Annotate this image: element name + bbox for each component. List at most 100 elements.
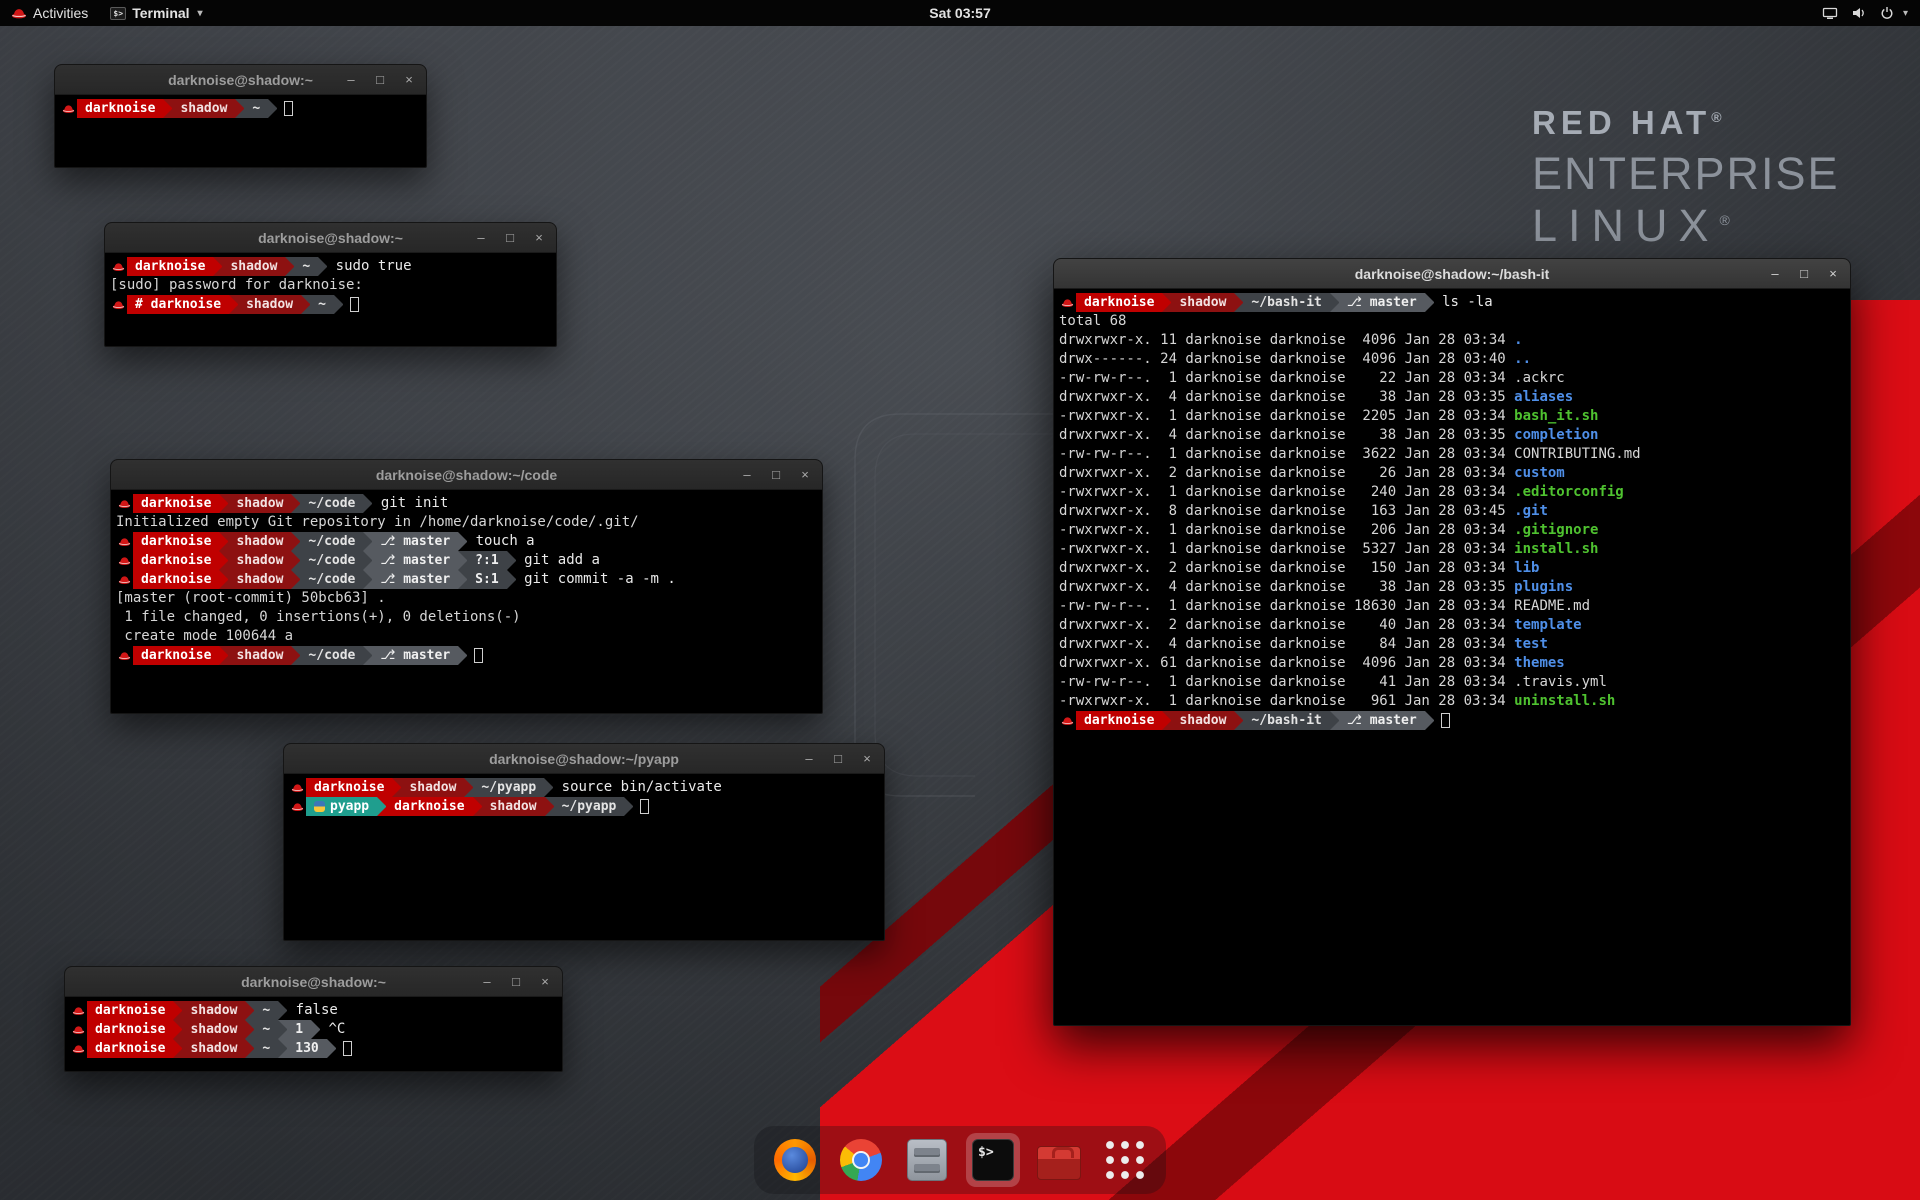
dock-item-firefox[interactable] (768, 1133, 822, 1187)
minimize-button[interactable]: – (474, 230, 488, 245)
maximize-button[interactable]: □ (503, 230, 517, 245)
volume-icon (1851, 6, 1867, 20)
powerline-separator-icon (173, 1001, 182, 1020)
window-controls: –□ × (480, 967, 552, 996)
window-controls: –□ × (474, 223, 546, 252)
terminal-window[interactable]: darknoise@shadow:~–□×darknoiseshadow~ fa… (64, 966, 563, 1072)
minimize-button[interactable]: – (802, 751, 816, 766)
window-controls: –□ × (802, 744, 874, 773)
terminal-cursor (1441, 713, 1450, 728)
terminal-line: drwxrwxr-x. 4 darknoise darknoise 84 Jan… (1059, 635, 1845, 654)
terminal-window[interactable]: darknoise@shadow:~–□×darknoiseshadow~ su… (104, 222, 557, 347)
terminal-cursor (343, 1041, 352, 1056)
terminal-body[interactable]: darknoiseshadow~ (55, 95, 426, 122)
command-text: ls -la (1434, 293, 1493, 312)
powerline-separator-icon (219, 570, 228, 589)
app-menu-label: Terminal (132, 5, 189, 21)
dock-item-files[interactable] (900, 1133, 954, 1187)
terminal-body[interactable]: darknoiseshadow~/bash-it⎇ master ls -lat… (1054, 289, 1850, 734)
maximize-button[interactable]: □ (1797, 266, 1811, 281)
powerline-separator-icon (291, 570, 300, 589)
user-segment: darknoise (133, 646, 219, 665)
dock-item-chrome[interactable] (834, 1133, 888, 1187)
powerline-separator-icon (1162, 293, 1171, 312)
window-titlebar[interactable]: darknoise@shadow:~–□× (65, 967, 562, 997)
output-text: drwxrwxr-x. 4 darknoise darknoise 38 Jan… (1059, 578, 1514, 597)
terminal-window[interactable]: darknoise@shadow:~/pyapp –□ × darknoiseshad… (283, 743, 885, 941)
close-button[interactable]: × (402, 72, 416, 87)
host-segment: shadow (222, 257, 285, 276)
dock-item-toolbox[interactable] (1032, 1133, 1086, 1187)
output-text: drwxrwxr-x. 4 darknoise darknoise 38 Jan… (1059, 388, 1514, 407)
path-segment: ~/bash-it (1243, 293, 1329, 312)
window-title: darknoise@shadow:~/pyapp (489, 751, 679, 767)
window-titlebar[interactable]: darknoise@shadow:~/bash-it –□ × (1054, 259, 1850, 289)
path-segment: ~/code (300, 570, 363, 589)
terminal-line: pyappdarknoiseshadow~/pyapp (289, 797, 879, 816)
branch-icon: ⎇ (380, 646, 403, 665)
powerline-separator-icon (291, 494, 300, 513)
maximize-button[interactable]: □ (769, 467, 783, 482)
maximize-button[interactable]: □ (509, 974, 523, 989)
user-segment: darknoise (133, 494, 219, 513)
window-titlebar[interactable]: darknoise@shadow:~–□× (55, 65, 426, 95)
close-button[interactable]: × (798, 467, 812, 482)
python-icon (314, 801, 325, 812)
powerline-separator-icon (458, 570, 467, 589)
system-status-area[interactable]: ▾ (1822, 0, 1920, 26)
minimize-button[interactable]: – (480, 974, 494, 989)
maximize-button[interactable]: □ (831, 751, 845, 766)
window-titlebar[interactable]: darknoise@shadow:~/code –□ × (111, 460, 822, 490)
terminal-body[interactable]: darknoiseshadow~/pyapp source bin/activa… (284, 774, 884, 820)
terminal-line: drwxrwxr-x. 2 darknoise darknoise 40 Jan… (1059, 616, 1845, 635)
maximize-button[interactable]: □ (373, 72, 387, 87)
window-title: darknoise@shadow:~/code (376, 467, 557, 483)
output-text: -rwxrwxr-x. 1 darknoise darknoise 961 Ja… (1059, 692, 1514, 711)
terminal-line: drwxrwxr-x. 2 darknoise darknoise 150 Ja… (1059, 559, 1845, 578)
terminal-window[interactable]: darknoise@shadow:~–□×darknoiseshadow~ (54, 64, 427, 168)
path-segment: ~/code (300, 532, 363, 551)
clock[interactable]: Sat 03:57 (929, 5, 990, 21)
terminal-window[interactable]: darknoise@shadow:~/code –□ × darknoiseshado… (110, 459, 823, 714)
window-titlebar[interactable]: darknoise@shadow:~–□× (105, 223, 556, 253)
output-text: drwxrwxr-x. 8 darknoise darknoise 163 Ja… (1059, 502, 1514, 521)
directory-name: test (1514, 635, 1548, 654)
output-text: drwxrwxr-x. 11 darknoise darknoise 4096 … (1059, 331, 1514, 350)
powerline-separator-icon (1162, 711, 1171, 730)
powerline-separator-icon (1425, 711, 1434, 730)
redhat-prompt-icon (116, 646, 133, 665)
app-menu-button[interactable]: $> Terminal ▾ (99, 0, 213, 26)
close-button[interactable]: × (538, 974, 552, 989)
terminal-body[interactable]: darknoiseshadow~ falsedarknoiseshadow~1 … (65, 997, 562, 1062)
dock-item-app-grid[interactable] (1098, 1133, 1152, 1187)
minimize-button[interactable]: – (740, 467, 754, 482)
terminal-line: darknoiseshadow~/code⎇ master?:1 git add… (116, 551, 817, 570)
command-text: false (287, 1001, 338, 1020)
dock-item-terminal[interactable]: $> (966, 1133, 1020, 1187)
activities-button[interactable]: Activities (0, 0, 99, 26)
window-title: darknoise@shadow:~/bash-it (1355, 266, 1550, 282)
window-titlebar[interactable]: darknoise@shadow:~/pyapp –□ × (284, 744, 884, 774)
user-segment: darknoise (1076, 711, 1162, 730)
powerline-separator-icon (624, 797, 633, 816)
git-branch-segment: ⎇ master (372, 646, 458, 665)
minimize-button[interactable]: – (1768, 266, 1782, 281)
terminal-line: # darknoiseshadow~ (110, 295, 551, 314)
powerline-separator-icon (1330, 293, 1339, 312)
branch-icon: ⎇ (380, 570, 403, 589)
close-button[interactable]: × (532, 230, 546, 245)
redhat-prompt-icon (116, 532, 133, 551)
redhat-prompt-icon (116, 570, 133, 589)
close-button[interactable]: × (860, 751, 874, 766)
terminal-window[interactable]: darknoise@shadow:~/bash-it –□ × darknoisesh… (1053, 258, 1851, 1026)
powerline-separator-icon (363, 551, 372, 570)
powerline-separator-icon (245, 1039, 254, 1058)
minimize-button[interactable]: – (344, 72, 358, 87)
close-button[interactable]: × (1826, 266, 1840, 281)
terminal-line: drwxrwxr-x. 11 darknoise darknoise 4096 … (1059, 331, 1845, 350)
terminal-line: darknoiseshadow~/pyapp source bin/activa… (289, 778, 879, 797)
powerline-separator-icon (291, 646, 300, 665)
terminal-body[interactable]: darknoiseshadow~ sudo true[sudo] passwor… (105, 253, 556, 318)
output-text: .ackrc (1514, 369, 1565, 388)
terminal-body[interactable]: darknoiseshadow~/code git initInitialize… (111, 490, 822, 669)
